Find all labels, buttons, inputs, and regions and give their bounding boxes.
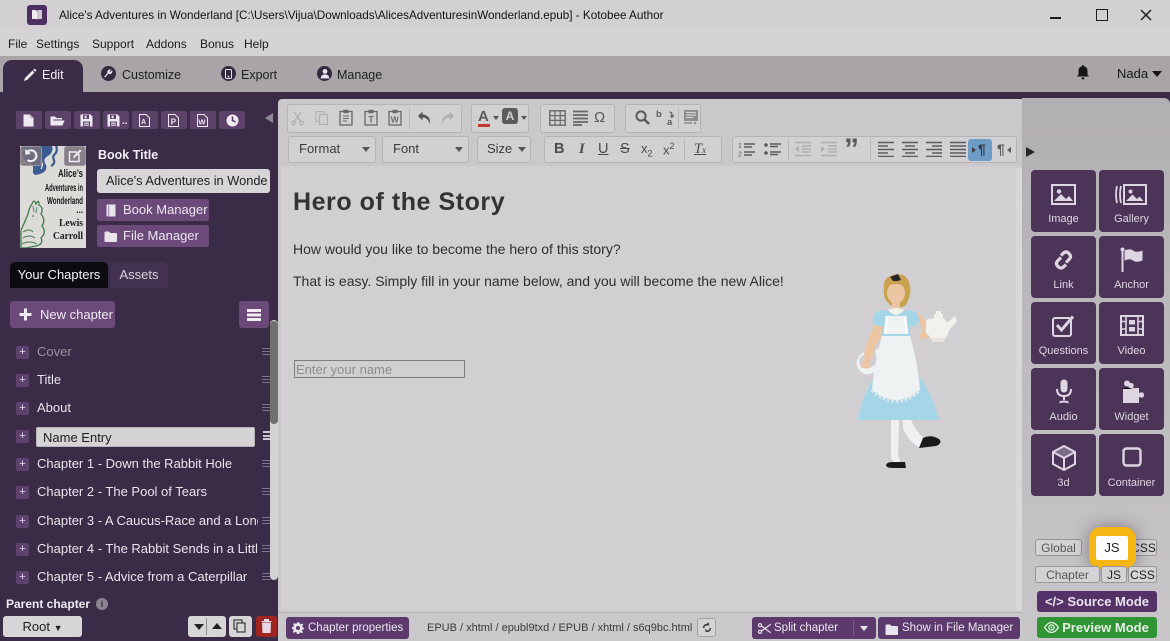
svg-text:T: T — [368, 114, 374, 124]
svg-text:P: P — [171, 117, 177, 126]
svg-text:Lewis: Lewis — [59, 217, 84, 229]
svg-text:Adventures in: Adventures in — [45, 182, 83, 194]
svg-text:b: b — [656, 109, 662, 120]
svg-text:W: W — [198, 117, 206, 126]
svg-text:Carroll: Carroll — [53, 230, 83, 242]
svg-text:W: W — [391, 114, 400, 124]
svg-text:Alice’s: Alice’s — [58, 168, 83, 180]
svg-text:...: ... — [76, 205, 83, 215]
svg-text:2: 2 — [738, 152, 742, 158]
svg-text:1: 1 — [738, 143, 742, 150]
svg-text:A: A — [141, 119, 146, 126]
svg-text:a: a — [667, 117, 673, 126]
